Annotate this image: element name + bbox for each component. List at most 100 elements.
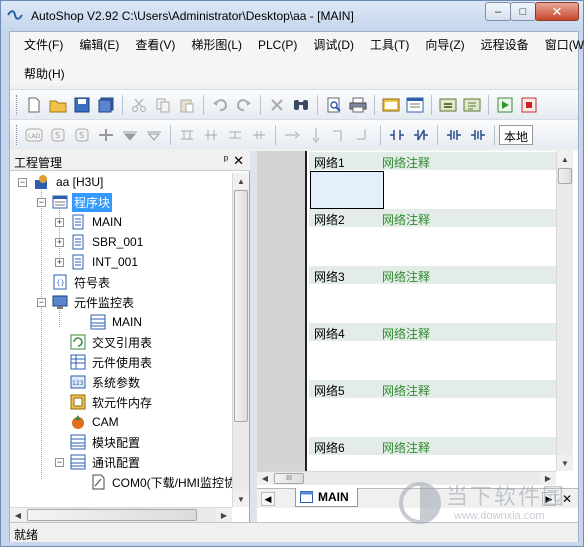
network-5[interactable]: 网络5 网络注释	[309, 379, 556, 436]
network-comment[interactable]: 网络注释	[382, 382, 430, 399]
save-icon[interactable]	[70, 94, 93, 116]
scroll-up-icon[interactable]: ▲	[233, 173, 249, 189]
tree-symbol-table[interactable]: {} 符号表	[52, 273, 112, 291]
print-icon[interactable]	[346, 94, 369, 116]
tree-sys-params[interactable]: 123 系统参数	[70, 373, 142, 391]
menu-plc[interactable]: PLC(P)	[250, 35, 305, 55]
sfc-mode-icon[interactable]: S	[46, 124, 69, 146]
ladder-mode-icon[interactable]: LAD	[22, 124, 45, 146]
expander-comm-config[interactable]: −	[55, 458, 64, 467]
maximize-button[interactable]: □	[510, 2, 536, 21]
new-file-icon[interactable]	[22, 94, 45, 116]
menu-window[interactable]: 窗口(W)	[537, 35, 584, 55]
scroll-right-icon[interactable]: ▶	[216, 508, 232, 522]
tree-root[interactable]: aa [H3U]	[34, 173, 105, 191]
panel-splitter[interactable]	[250, 151, 257, 522]
no-contact-icon[interactable]	[385, 124, 408, 146]
scroll-thumb-h[interactable]	[27, 509, 197, 521]
tree-main[interactable]: MAIN	[70, 213, 124, 231]
edit-cursor[interactable]	[310, 171, 384, 209]
close-button[interactable]: ✕	[535, 2, 579, 21]
network-comment[interactable]: 网络注释	[382, 439, 430, 456]
print-preview-icon[interactable]	[322, 94, 345, 116]
insert-row-icon[interactable]	[175, 124, 198, 146]
network-comment[interactable]: 网络注释	[382, 325, 430, 342]
expander-root[interactable]: −	[18, 178, 27, 187]
nc-contact-icon[interactable]	[409, 124, 432, 146]
branch-up-icon[interactable]	[352, 124, 375, 146]
tree-horizontal-scrollbar[interactable]: ◀ ▶	[10, 507, 232, 522]
minimize-button[interactable]: –	[485, 2, 511, 21]
tab-next-icon[interactable]: ▶	[542, 492, 556, 506]
expander-program-block[interactable]: −	[37, 198, 46, 207]
branch-down-icon[interactable]	[328, 124, 351, 146]
menu-edit[interactable]: 编辑(E)	[71, 35, 127, 55]
cross-line-icon[interactable]	[94, 124, 117, 146]
stop-icon[interactable]	[517, 94, 540, 116]
paste-icon[interactable]	[175, 94, 198, 116]
pin-icon[interactable]: ᵖ	[224, 154, 228, 166]
menu-file[interactable]: 文件(F)	[16, 35, 71, 55]
delete-row-icon[interactable]	[223, 124, 246, 146]
tree-com0[interactable]: COM0(下载/HMI监控协议)	[90, 473, 232, 491]
tree-vertical-scrollbar[interactable]: ▲ ▼	[232, 173, 249, 507]
network-comment[interactable]: 网络注释	[382, 154, 430, 171]
network-1[interactable]: 网络1 网络注释	[309, 151, 556, 209]
scroll-thumb[interactable]	[234, 190, 248, 422]
down-arrow-icon[interactable]	[118, 124, 141, 146]
tree-monitor-table[interactable]: 元件监控表	[52, 293, 136, 311]
redo-icon[interactable]	[232, 94, 255, 116]
panel-close-icon[interactable]: ✕	[233, 153, 244, 169]
network-6[interactable]: 网络6 网络注释	[309, 436, 556, 471]
delete-column-icon[interactable]	[247, 124, 270, 146]
tree-monitor-main[interactable]: MAIN	[90, 313, 144, 331]
tree-comm-config[interactable]: 通讯配置	[70, 453, 142, 471]
expander-monitor-table[interactable]: −	[37, 298, 46, 307]
info-window-icon[interactable]	[403, 94, 426, 116]
scroll-left-icon[interactable]: ◀	[257, 472, 273, 485]
undo-icon[interactable]	[208, 94, 231, 116]
network-3[interactable]: 网络3 网络注释	[309, 265, 556, 322]
tree-sbr[interactable]: SBR_001	[70, 233, 145, 251]
scroll-down-icon[interactable]: ▼	[557, 455, 573, 471]
expander-main[interactable]: +	[55, 218, 64, 227]
horizontal-line-icon[interactable]	[280, 124, 303, 146]
expander-sbr[interactable]: +	[55, 238, 64, 247]
tab-close-icon[interactable]: ✕	[560, 492, 574, 506]
rising-edge-icon[interactable]	[442, 124, 465, 146]
delete-icon[interactable]	[265, 94, 288, 116]
scroll-thumb[interactable]	[558, 168, 572, 184]
find-icon[interactable]	[289, 94, 312, 116]
plc-location-select[interactable]: 本地	[499, 124, 534, 145]
down-arrow-outline-icon[interactable]	[142, 124, 165, 146]
project-window-icon[interactable]	[379, 94, 402, 116]
tree-cam[interactable]: CAM	[70, 413, 121, 431]
run-icon[interactable]	[493, 94, 516, 116]
expander-int[interactable]: +	[55, 258, 64, 267]
scroll-right-icon[interactable]: ▶	[540, 472, 556, 485]
tree-module-config[interactable]: 模块配置	[70, 433, 142, 451]
tree-usage-table[interactable]: 元件使用表	[70, 353, 154, 371]
scroll-thumb-h[interactable]: III	[274, 473, 304, 484]
menu-remote-device[interactable]: 远程设备	[473, 35, 537, 55]
network-2[interactable]: 网络2 网络注释	[309, 208, 556, 265]
insert-column-icon[interactable]	[199, 124, 222, 146]
menu-ladder[interactable]: 梯形图(L)	[183, 35, 250, 55]
falling-edge-icon[interactable]	[466, 124, 489, 146]
editor-vertical-scrollbar[interactable]: ▲ ▼	[556, 151, 573, 471]
tree-cross-ref[interactable]: 交叉引用表	[70, 333, 154, 351]
menu-debug[interactable]: 调试(D)	[305, 35, 362, 55]
cut-icon[interactable]	[127, 94, 150, 116]
network-4[interactable]: 网络4 网络注释	[309, 322, 556, 379]
scroll-left-icon[interactable]: ◀	[10, 508, 26, 522]
ladder-area[interactable]: 网络1 网络注释 网络2 网络注释 网络3 网络注释 网络4 网络注释 网络5 网络注释 …	[309, 151, 556, 471]
step-mode-icon[interactable]: S	[70, 124, 93, 146]
network-comment[interactable]: 网络注释	[382, 268, 430, 285]
save-all-icon[interactable]	[94, 94, 117, 116]
network-comment[interactable]: 网络注释	[382, 211, 430, 228]
menu-view[interactable]: 查看(V)	[127, 35, 183, 55]
tree-program-block[interactable]: 程序块	[52, 192, 113, 212]
scroll-down-icon[interactable]: ▼	[233, 491, 249, 507]
scroll-up-icon[interactable]: ▲	[557, 151, 573, 167]
open-folder-icon[interactable]	[46, 94, 69, 116]
